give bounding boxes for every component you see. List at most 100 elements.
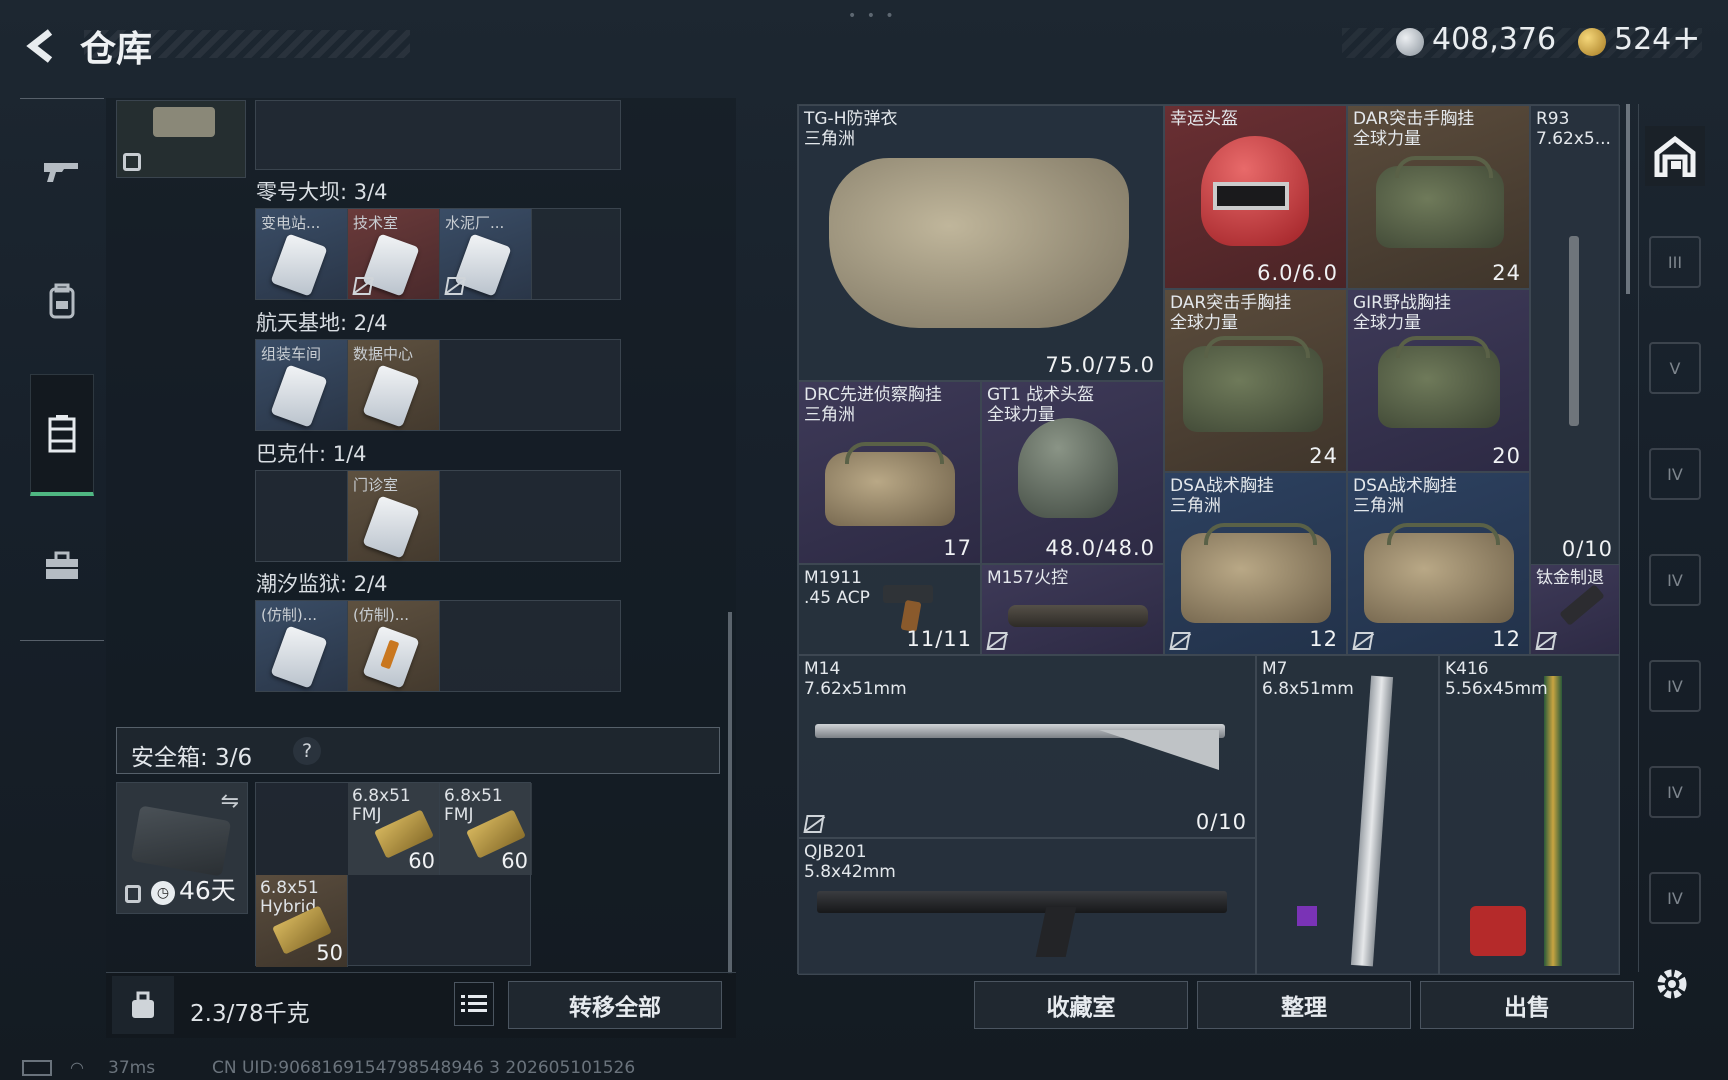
collection-button[interactable]: 收藏室 (974, 981, 1188, 1029)
capacity: 12 (1492, 627, 1521, 651)
capacity: 20 (1492, 444, 1521, 468)
item-vest[interactable]: TG-H防弹衣 三角洲 75.0/75.0 (798, 105, 1164, 381)
rail-briefcase-button[interactable] (30, 510, 94, 622)
tier-filter[interactable]: IV (1649, 660, 1701, 712)
scrollbar[interactable] (728, 612, 732, 974)
tier-filter[interactable]: IV (1649, 448, 1701, 500)
item-drc-rig[interactable]: DRC先进侦察胸挂 三角洲 17 (798, 381, 981, 564)
keycard-label: 门诊室 (353, 476, 399, 494)
keycard-slot[interactable]: 水泥厂... (440, 209, 532, 299)
item-m1911[interactable]: M1911 .45 ACP 11/11 (798, 564, 981, 655)
help-button[interactable]: ? (293, 737, 321, 765)
durability: 75.0/75.0 (1045, 353, 1155, 377)
helmet-image (1018, 418, 1118, 518)
keycard-slot[interactable]: 门诊室 (348, 471, 440, 561)
keycard-slot[interactable]: 组装车间 (256, 340, 348, 430)
keycard-slot[interactable]: (仿制)... (348, 601, 440, 691)
safebox-title: 安全箱: 3/6 (131, 745, 253, 771)
organize-button[interactable]: 整理 (1197, 981, 1411, 1029)
rig-image (1364, 523, 1514, 623)
item-name: M14 7.62x51mm (804, 659, 907, 699)
gear-icon[interactable] (1650, 962, 1694, 1006)
rail-locker-button[interactable] (30, 374, 94, 496)
rifle-image (1569, 236, 1579, 426)
tier-filter[interactable]: IV (1649, 554, 1701, 606)
scope-image (1008, 605, 1148, 627)
clock-icon: ◷ (151, 881, 175, 905)
muzzle-image (1559, 584, 1605, 626)
backpack-icon (49, 283, 75, 319)
keycard-slot[interactable] (256, 471, 348, 561)
item-gt1-helmet[interactable]: GT1 战术头盔 全球力量 48.0/48.0 (981, 381, 1164, 564)
battery-icon (22, 1060, 52, 1076)
item-qjb201[interactable]: QJB201 5.8x42mm (798, 838, 1256, 975)
sell-button[interactable]: 出售 (1420, 981, 1634, 1029)
ammo-slot[interactable]: 6.8x51 Hybrid 50 (256, 875, 348, 967)
item-ti-muzzle[interactable]: 钛金制退 (1530, 564, 1620, 655)
ping-text: 37ms (108, 1058, 156, 1078)
tier-filter[interactable]: V (1649, 342, 1701, 394)
rifle-image (1544, 676, 1562, 966)
item-k416[interactable]: K416 5.56x45mm (1439, 655, 1620, 975)
item-m7[interactable]: M7 6.8x51mm (1256, 655, 1439, 975)
keycard-slot[interactable]: (仿制)... (256, 601, 348, 691)
keycard-grid-partial (255, 100, 621, 170)
safebox-grid: 6.8x51 FMJ 60 6.8x51 FMJ 60 6.8x51 Hybri… (255, 782, 532, 967)
tier-filter[interactable]: III (1649, 236, 1701, 288)
keycard-label: (仿制)... (353, 606, 410, 624)
rifle-stock (1099, 730, 1219, 770)
keycard-slot[interactable]: 变电站... (256, 209, 348, 299)
ammo-slot[interactable]: 6.8x51 FMJ 60 (348, 783, 440, 875)
item-dsa-rig[interactable]: DSA战术胸挂 三角洲 12 (1347, 472, 1530, 655)
keycard-group-title: 潮汐监狱: 2/4 (256, 572, 388, 596)
keycard-label: 水泥厂... (445, 214, 505, 232)
ammo-slot[interactable]: 6.8x51 FMJ 60 (440, 783, 532, 875)
safebox-container[interactable]: ⇋ ◷ 46天 (116, 782, 248, 914)
tier-filter[interactable]: IV (1649, 872, 1701, 924)
item-name: M157火控 (987, 568, 1069, 588)
right-rail: III V IV IV IV IV IV (1638, 104, 1710, 972)
back-arrow-icon[interactable] (20, 24, 64, 68)
list-icon (461, 995, 487, 1012)
keycard-label: (仿制)... (261, 606, 318, 624)
item-lucky-helmet[interactable]: 幸运头盔 6.0/6.0 (1164, 105, 1347, 289)
rig-image (1181, 523, 1331, 623)
item-dar-rig[interactable]: DAR突击手胸挂 全球力量 24 (1164, 289, 1347, 472)
item-m14[interactable]: M14 7.62x51mm 0/10 (798, 655, 1256, 838)
item-m157[interactable]: M157火控 (981, 564, 1164, 655)
item-name: DAR突击手胸挂 全球力量 (1170, 293, 1292, 333)
no-sell-icon (444, 277, 466, 295)
wifi-icon: ◠ (70, 1058, 84, 1077)
rig-image (1378, 336, 1500, 428)
drag-handle[interactable]: • • • (848, 8, 897, 24)
rail-backpack-button[interactable] (30, 245, 94, 357)
item-gir-rig[interactable]: GIR野战胸挂 全球力量 20 (1347, 289, 1530, 472)
item-r93[interactable]: R93 7.62x5... 0/10 (1530, 105, 1620, 565)
keycard-slot[interactable]: 数据中心 (348, 340, 440, 430)
capacity: 17 (943, 536, 972, 560)
safebox-days: 46天 (179, 876, 236, 905)
add-currency-button[interactable]: + (1672, 18, 1701, 58)
item-name: GT1 战术头盔 全球力量 (987, 385, 1095, 425)
swap-icon[interactable]: ⇋ (221, 789, 239, 814)
keycard-slot[interactable]: 技术室 (348, 209, 440, 299)
home-icon[interactable] (1645, 126, 1705, 186)
transfer-all-button[interactable]: 转移全部 (508, 981, 722, 1029)
item-dar-rig[interactable]: DAR突击手胸挂 全球力量 24 (1347, 105, 1530, 289)
grid-scrollbar[interactable] (1626, 104, 1630, 294)
list-view-button[interactable] (454, 982, 494, 1026)
item-dsa-rig[interactable]: DSA战术胸挂 三角洲 12 (1164, 472, 1347, 655)
ammo-count: 11/11 (906, 627, 972, 651)
rail-weapons-button[interactable] (30, 115, 94, 227)
keycard-row: 变电站... 技术室 水泥厂... (255, 208, 621, 300)
locked-item-slot[interactable] (116, 100, 246, 178)
no-sell-icon (803, 815, 825, 833)
item-name: DRC先进侦察胸挂 三角洲 (804, 385, 942, 425)
ammo-count: 60 (408, 849, 435, 873)
capacity: 12 (1309, 627, 1338, 651)
keycard-row: 组装车间 数据中心 (255, 339, 621, 431)
briefcase-icon (46, 551, 78, 579)
keycard-image (362, 495, 420, 559)
tier-filter[interactable]: IV (1649, 766, 1701, 818)
ammo-count: 0/10 (1195, 810, 1247, 834)
